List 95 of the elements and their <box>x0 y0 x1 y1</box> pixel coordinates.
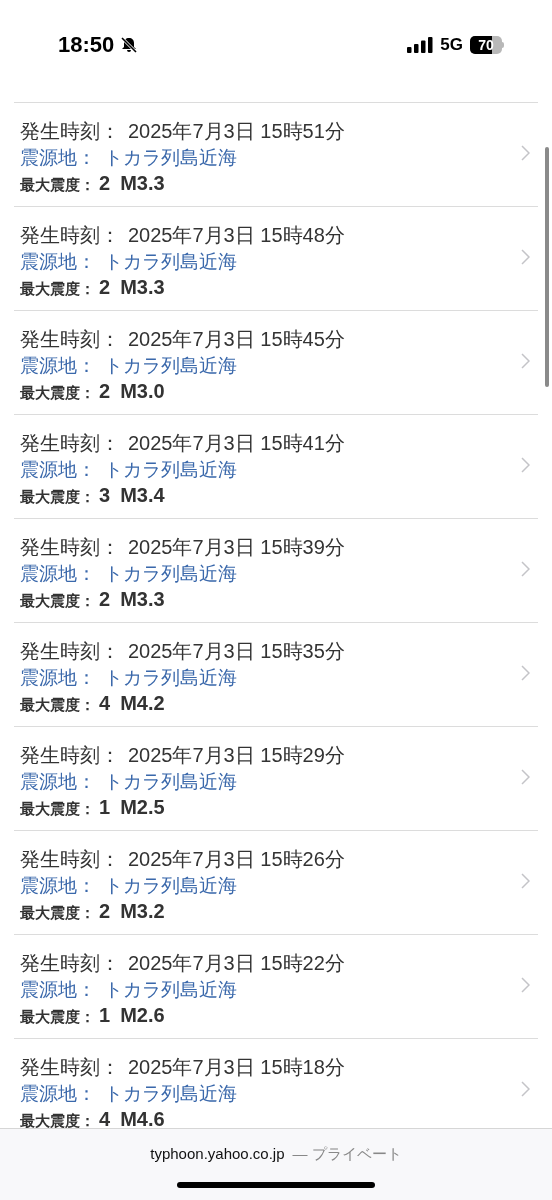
quake-time: 2025年7月3日 15時41分 <box>128 431 345 456</box>
quake-list-item[interactable]: 発生時刻： 2025年7月3日 15時51分 震源地： トカラ列島近海 最大震度： 2 M3.3 <box>14 103 538 207</box>
quake-list-item[interactable]: 発生時刻： 2025年7月3日 15時39分 震源地： トカラ列島近海 最大震度： 2 M3.3 <box>14 519 538 623</box>
quake-time: 2025年7月3日 15時22分 <box>128 951 345 976</box>
time-label: 発生時刻： <box>20 119 120 144</box>
chevron-icon <box>521 1081 530 1097</box>
quake-list-item[interactable]: 発生時刻： 2025年7月3日 15時48分 震源地： トカラ列島近海 最大震度： 2 M3.3 <box>14 207 538 311</box>
intensity: 2 <box>99 379 111 403</box>
quake-time: 2025年7月3日 15時26分 <box>128 847 345 872</box>
time-label: 発生時刻： <box>20 431 120 456</box>
epicenter-label: 震源地： <box>20 458 96 482</box>
time-label: 発生時刻： <box>20 639 120 664</box>
private-mode-label: — プライベート <box>292 1144 402 1164</box>
chevron-icon <box>521 873 530 889</box>
quake-time: 2025年7月3日 15時48分 <box>128 223 345 248</box>
epicenter-label: 震源地： <box>20 354 96 378</box>
intensity: 2 <box>99 587 111 611</box>
intensity: 4 <box>99 1107 111 1128</box>
intensity-label: 最大震度： <box>20 175 95 195</box>
chevron-icon <box>521 353 530 369</box>
epicenter: トカラ列島近海 <box>104 770 237 794</box>
quake-time: 2025年7月3日 15時51分 <box>128 119 345 144</box>
magnitude: M3.2 <box>120 899 165 923</box>
chevron-icon <box>521 561 530 577</box>
epicenter: トカラ列島近海 <box>104 146 237 170</box>
intensity: 3 <box>99 483 111 507</box>
epicenter-label: 震源地： <box>20 978 96 1002</box>
epicenter-label: 震源地： <box>20 666 96 690</box>
intensity-label: 最大震度： <box>20 279 95 299</box>
magnitude: M2.5 <box>120 795 165 819</box>
time-label: 発生時刻： <box>20 951 120 976</box>
chevron-icon <box>521 145 530 161</box>
chevron-icon <box>521 977 530 993</box>
quake-time: 2025年7月3日 15時45分 <box>128 327 345 352</box>
intensity-label: 最大震度： <box>20 487 95 507</box>
epicenter-label: 震源地： <box>20 250 96 274</box>
time-label: 発生時刻： <box>20 743 120 768</box>
signal-icon <box>407 36 434 53</box>
magnitude: M3.3 <box>120 275 165 299</box>
muted-bell-icon <box>120 35 139 54</box>
epicenter-label: 震源地： <box>20 146 96 170</box>
epicenter-label: 震源地： <box>20 562 96 586</box>
intensity-label: 最大震度： <box>20 799 95 819</box>
quake-time: 2025年7月3日 15時35分 <box>128 639 345 664</box>
chevron-icon <box>521 249 530 265</box>
epicenter: トカラ列島近海 <box>104 562 237 586</box>
epicenter: トカラ列島近海 <box>104 666 237 690</box>
epicenter-label: 震源地： <box>20 770 96 794</box>
time-label: 発生時刻： <box>20 327 120 352</box>
time-label: 発生時刻： <box>20 223 120 248</box>
intensity: 1 <box>99 1003 111 1027</box>
quake-list-item[interactable]: 発生時刻： 2025年7月3日 15時22分 震源地： トカラ列島近海 最大震度： 1 M2.6 <box>14 935 538 1039</box>
intensity: 4 <box>99 691 111 715</box>
epicenter: トカラ列島近海 <box>104 874 237 898</box>
quake-time: 2025年7月3日 15時39分 <box>128 535 345 560</box>
quake-list-item[interactable]: 発生時刻： 2025年7月3日 15時41分 震源地： トカラ列島近海 最大震度： 3 M3.4 <box>14 415 538 519</box>
epicenter: トカラ列島近海 <box>104 1082 237 1106</box>
intensity-label: 最大震度： <box>20 1007 95 1027</box>
chevron-icon <box>521 457 530 473</box>
epicenter-label: 震源地： <box>20 1082 96 1106</box>
quake-list-item[interactable]: 発生時刻： 2025年7月3日 15時35分 震源地： トカラ列島近海 最大震度： 4 M4.2 <box>14 623 538 727</box>
epicenter-label: 震源地： <box>20 874 96 898</box>
chevron-icon <box>521 769 530 785</box>
intensity-label: 最大震度： <box>20 903 95 923</box>
quake-time: 2025年7月3日 15時29分 <box>128 743 345 768</box>
intensity: 2 <box>99 275 111 299</box>
magnitude: M2.6 <box>120 1003 165 1027</box>
epicenter: トカラ列島近海 <box>104 250 237 274</box>
intensity: 2 <box>99 171 111 195</box>
epicenter: トカラ列島近海 <box>104 458 237 482</box>
epicenter: トカラ列島近海 <box>104 354 237 378</box>
intensity-label: 最大震度： <box>20 591 95 611</box>
magnitude: M3.3 <box>120 587 165 611</box>
chevron-icon <box>521 665 530 681</box>
network-type: 5G <box>440 33 463 56</box>
quake-list-item[interactable]: 発生時刻： 2025年7月3日 15時45分 震源地： トカラ列島近海 最大震度： 2 M3.0 <box>14 311 538 415</box>
time-label: 発生時刻： <box>20 535 120 560</box>
magnitude: M3.4 <box>120 483 165 507</box>
quake-time: 2025年7月3日 15時18分 <box>128 1055 345 1080</box>
intensity: 1 <box>99 795 111 819</box>
intensity-label: 最大震度： <box>20 383 95 403</box>
quake-list-item[interactable]: 発生時刻： 2025年7月3日 15時26分 震源地： トカラ列島近海 最大震度： 2 M3.2 <box>14 831 538 935</box>
time-label: 発生時刻： <box>20 1055 120 1080</box>
domain-text[interactable]: typhoon.yahoo.co.jp <box>150 1143 285 1166</box>
intensity-label: 最大震度： <box>20 1111 95 1128</box>
clock-time: 18:50 <box>58 31 115 59</box>
magnitude: M3.0 <box>120 379 165 403</box>
magnitude: M3.3 <box>120 171 165 195</box>
magnitude: M4.2 <box>120 691 165 715</box>
time-label: 発生時刻： <box>20 847 120 872</box>
magnitude: M4.6 <box>120 1107 165 1128</box>
epicenter: トカラ列島近海 <box>104 978 237 1002</box>
intensity: 2 <box>99 899 111 923</box>
quake-list-item[interactable]: 発生時刻： 2025年7月3日 15時29分 震源地： トカラ列島近海 最大震度： 1 M2.5 <box>14 727 538 831</box>
intensity-label: 最大震度： <box>20 695 95 715</box>
